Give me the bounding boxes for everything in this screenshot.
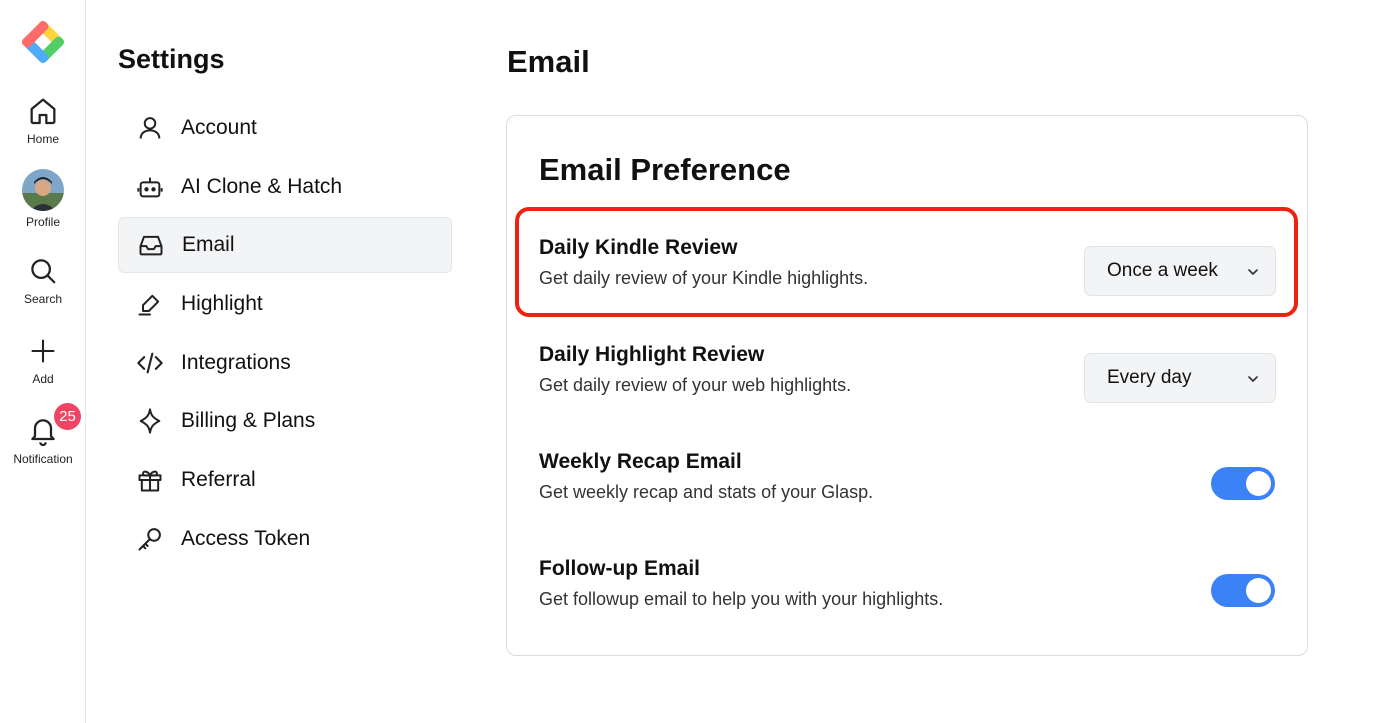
rail-notification-label: Notification [13,452,73,466]
weekly-recap-toggle[interactable] [1211,467,1275,500]
select-value: Once a week [1107,260,1218,281]
nav-item-label: Email [182,233,235,257]
nav-item-label: Access Token [181,526,311,550]
nav-item-account[interactable]: Account [118,100,452,156]
robot-icon [135,172,165,202]
card-title: Email Preference [539,152,791,187]
code-icon [135,348,165,378]
pref-title: Weekly Recap Email [539,450,742,473]
pref-daily-kindle-review: Daily Kindle Review Get daily review of … [539,234,1279,314]
rail-profile-label: Profile [25,215,60,229]
settings-title: Settings [118,44,225,74]
select-value: Every day [1107,367,1192,388]
left-rail: Home Profile Search Add Notification 25 [0,0,86,723]
rail-search[interactable]: Search [0,254,86,306]
pref-title: Daily Kindle Review [539,236,738,259]
key-icon [135,524,165,554]
home-icon [26,94,60,128]
nav-item-label: Highlight [181,292,263,316]
nav-item-ai-clone[interactable]: AI Clone & Hatch [118,159,452,215]
pref-description: Get daily review of your Kindle highligh… [539,268,869,288]
search-icon [26,254,60,288]
pref-description: Get daily review of your web highlights. [539,375,852,395]
frequency-select[interactable]: Every day [1084,353,1276,403]
rail-search-label: Search [23,292,63,306]
email-preference-card: Email Preference Daily Kindle Review Get… [506,115,1308,656]
nav-item-highlight[interactable]: Highlight [118,276,452,332]
nav-item-integrations[interactable]: Integrations [118,335,452,391]
toggle-knob [1246,471,1271,496]
inbox-icon [136,230,166,260]
nav-item-label: Integrations [181,350,291,374]
gift-icon [135,465,165,495]
avatar [22,169,64,211]
sparkle-icon [135,406,165,436]
nav-item-label: Billing & Plans [181,409,316,433]
settings-nav: Account AI Clone & Hatch Email Highlight… [118,100,452,570]
pref-description: Get followup email to help you with your… [539,589,944,609]
rail-home-label: Home [26,132,59,146]
nav-item-email[interactable]: Email [118,217,452,274]
notification-badge: 25 [54,403,81,430]
user-icon [135,113,165,143]
pref-follow-up-email: Follow-up Email Get followup email to he… [539,555,1279,635]
rail-profile[interactable]: Profile [0,169,86,229]
follow-up-toggle[interactable] [1211,574,1275,607]
pref-weekly-recap-email: Weekly Recap Email Get weekly recap and … [539,448,1279,528]
chevron-down-icon [1245,264,1261,280]
pref-title: Daily Highlight Review [539,343,765,366]
nav-item-referral[interactable]: Referral [118,452,452,508]
toggle-knob [1246,578,1271,603]
nav-item-label: Referral [181,468,256,492]
pref-daily-highlight-review: Daily Highlight Review Get daily review … [539,341,1279,421]
page-title: Email [507,44,590,79]
highlighter-icon [135,289,165,319]
rail-home[interactable]: Home [0,94,86,146]
rail-add[interactable]: Add [0,334,86,386]
pref-title: Follow-up Email [539,557,700,580]
frequency-select[interactable]: Once a week [1084,246,1276,296]
nav-item-label: AI Clone & Hatch [181,174,343,198]
nav-item-access-token[interactable]: Access Token [118,511,452,567]
plus-icon [26,334,60,368]
chevron-down-icon [1245,371,1261,387]
pref-description: Get weekly recap and stats of your Glasp… [539,482,874,502]
nav-item-label: Account [181,116,257,139]
app-logo[interactable] [17,16,69,68]
rail-add-label: Add [32,372,54,386]
nav-item-billing[interactable]: Billing & Plans [118,393,452,449]
